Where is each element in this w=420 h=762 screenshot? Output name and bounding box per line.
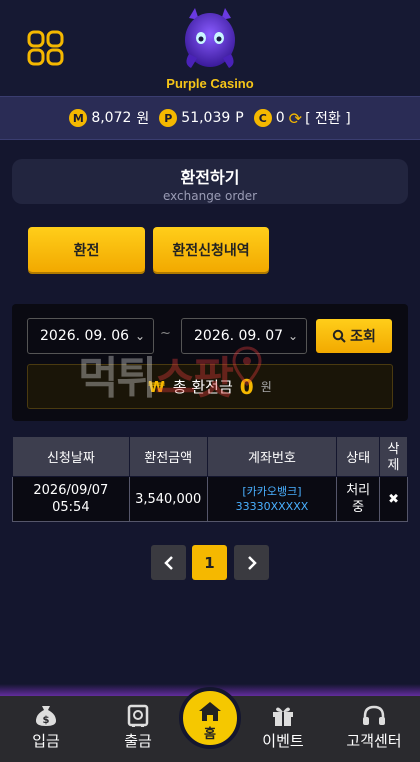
row-date: 2026/09/07: [33, 483, 109, 498]
nav-home-label: 홈: [204, 727, 216, 742]
row-date-cell: 2026/09/07 05:54: [12, 476, 130, 522]
total-value: 0: [239, 374, 254, 399]
search-button[interactable]: 조회: [316, 319, 392, 353]
headset-icon: [363, 705, 385, 725]
row-amount: 3,540,000: [128, 476, 208, 522]
chevron-left-icon: [163, 555, 173, 570]
row-status-cell: 처리 중: [336, 476, 381, 522]
nav-support[interactable]: 고객센터: [332, 696, 416, 756]
nav-support-label: 고객센터: [346, 732, 402, 750]
safe-icon: [127, 704, 149, 727]
page-title: 환전하기: [180, 168, 240, 187]
chevron-down-icon: ⌄: [134, 329, 145, 343]
row-status-line1: 처리: [346, 483, 371, 498]
comp-value: 0: [275, 110, 285, 126]
page-subtitle: exchange order: [162, 189, 258, 203]
comp-coin-icon: C: [253, 109, 272, 127]
pagination-current-page[interactable]: 1: [192, 545, 227, 580]
menu-grid-icon[interactable]: [27, 30, 65, 66]
exchange-tab-button[interactable]: 환전: [28, 227, 145, 272]
nav-event-label: 이벤트: [262, 732, 304, 750]
refresh-icon[interactable]: ⟳: [289, 109, 302, 128]
nav-withdraw[interactable]: 출금: [96, 696, 180, 756]
header-delete-label: 삭제: [387, 441, 400, 473]
exchange-history-button[interactable]: 환전신청내역: [153, 227, 269, 272]
header-delete: 삭제: [379, 436, 408, 477]
table-header-row: 신청날짜 환전금액 계좌번호 상태 삭제: [12, 436, 408, 477]
point-value: 51,039: [181, 110, 231, 126]
total-exchange-box: ₩ 총 환전금 0 원: [27, 364, 393, 409]
point-coin-icon: P: [159, 109, 178, 127]
date-range-separator: ~: [160, 326, 171, 341]
nav-deposit-label: 입금: [32, 732, 60, 750]
money-balance: M 8,072 원: [69, 108, 149, 128]
money-unit: 원: [136, 111, 150, 127]
total-unit: 원: [260, 380, 272, 394]
nav-event[interactable]: 이벤트: [241, 696, 325, 756]
won-icon: ₩: [148, 377, 165, 396]
convert-button[interactable]: [ 전환 ]: [305, 108, 351, 128]
money-bag-icon: $: [36, 706, 56, 726]
header-date: 신청날짜: [12, 436, 130, 477]
header: Purple Casino: [0, 0, 420, 96]
svg-text:$: $: [43, 715, 50, 726]
row-account-cell: [카카오뱅크] 33330XXXXX: [206, 476, 338, 522]
search-label: 조회: [350, 329, 376, 345]
point-balance: P 51,039 P: [159, 109, 244, 127]
table-row: 2026/09/07 05:54 3,540,000 [카카오뱅크] 33330…: [12, 476, 408, 522]
header-status: 상태: [336, 436, 381, 477]
row-account: 33330XXXXX: [235, 500, 309, 513]
row-status-line2: 중: [352, 500, 365, 515]
comp-balance: C 0 ⟳ [ 전환 ]: [253, 108, 351, 128]
nav-home-button[interactable]: 홈: [179, 687, 241, 749]
search-icon: [332, 329, 346, 343]
row-delete-button[interactable]: ✖: [379, 476, 408, 522]
start-date-select[interactable]: 2026. 09. 06 ⌄: [27, 318, 154, 354]
pagination-next-button[interactable]: [234, 545, 269, 580]
site-logo[interactable]: Purple Casino: [163, 4, 257, 92]
chevron-right-icon: [247, 555, 257, 570]
header-account: 계좌번호: [206, 436, 338, 477]
purple-monster-icon: [185, 8, 235, 68]
filter-panel: 2026. 09. 06 ⌄ ~ 2026. 09. 07 ⌄ 조회 ₩ 총 환…: [12, 304, 408, 421]
end-date-value: 2026. 09. 07: [194, 328, 284, 344]
total-label: 총 환전금: [172, 378, 233, 396]
money-value: 8,072: [91, 110, 132, 126]
nav-deposit[interactable]: $ 입금: [4, 696, 88, 756]
pagination-prev-button[interactable]: [151, 545, 186, 580]
header-amount: 환전금액: [128, 436, 208, 477]
home-icon: [199, 702, 221, 721]
start-date-value: 2026. 09. 06: [40, 328, 130, 344]
point-unit: P: [235, 110, 244, 126]
balance-bar: M 8,072 원 P 51,039 P C 0 ⟳ [ 전환 ]: [0, 96, 420, 140]
logo-text: Purple Casino: [166, 76, 254, 91]
exchange-history-table: 신청날짜 환전금액 계좌번호 상태 삭제 2026/09/07 05:54 3,…: [12, 436, 408, 522]
page-title-box: 환전하기 exchange order: [12, 159, 408, 204]
row-bank: [카카오뱅크]: [242, 485, 302, 498]
row-time: 05:54: [52, 500, 90, 515]
gift-icon: [273, 707, 293, 726]
money-coin-icon: M: [69, 109, 88, 127]
end-date-select[interactable]: 2026. 09. 07 ⌄: [181, 318, 307, 354]
chevron-down-icon: ⌄: [287, 329, 298, 343]
nav-withdraw-label: 출금: [124, 732, 152, 750]
